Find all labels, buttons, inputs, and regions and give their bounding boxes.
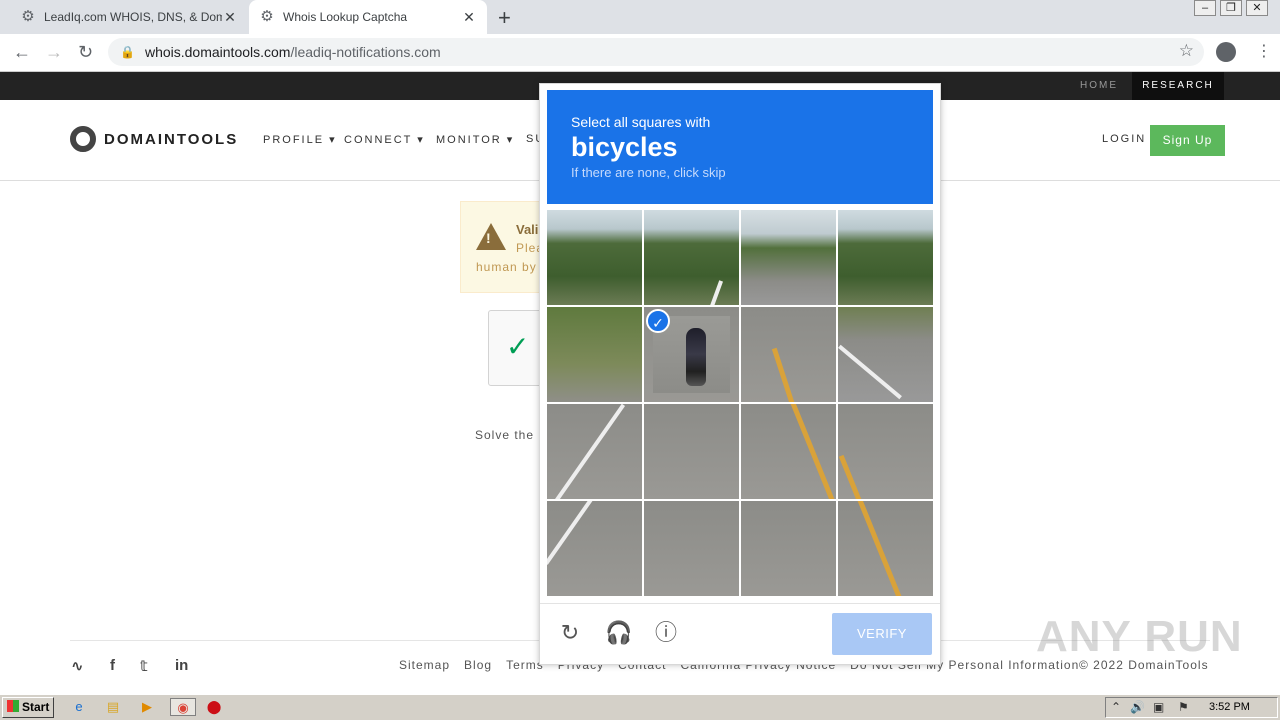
captcha-tile-selected[interactable]: ✓ [644,307,739,402]
prompt-instruction: Select all squares with [571,114,711,130]
back-icon[interactable]: ← [13,42,31,63]
start-button[interactable]: Start [2,697,54,718]
action-center-flag-icon[interactable]: ⚑ [1178,700,1189,714]
checkmark-icon: ✓ [506,331,530,362]
warning-icon [476,223,506,250]
reload-icon[interactable]: ↻ [78,42,93,63]
taskbar-clock[interactable]: 3:52 PM [1209,701,1250,713]
captcha-tile[interactable] [644,210,739,305]
tab-whois-lookup-captcha[interactable]: ⚙ Whois Lookup Captcha ✕ [249,0,487,34]
media-player-icon[interactable]: ▶ [138,698,156,716]
refresh-icon[interactable]: ↻ [557,620,583,646]
captcha-tile[interactable] [838,210,933,305]
footer-link-sitemap[interactable]: Sitemap [399,658,450,672]
network-icon[interactable]: ▣ [1153,700,1164,714]
forward-icon[interactable]: → [45,42,63,63]
alert-title: Vali [516,222,539,237]
close-icon[interactable]: ✕ [461,9,477,26]
captcha-tile[interactable] [741,404,836,499]
motorcycle-rider [686,328,706,386]
restore-button[interactable]: ❐ [1220,0,1242,16]
url-path: /leadiq-notifications.com [290,44,441,60]
audio-headphones-icon[interactable]: 🎧 [605,620,632,646]
captcha-tile[interactable] [547,210,642,305]
topbar-research-link[interactable]: RESEARCH [1132,72,1224,100]
challenge-footer-divider [540,603,940,604]
captcha-tile[interactable] [547,501,642,596]
topbar-home-link[interactable]: HOME [1080,72,1118,100]
captcha-tile[interactable] [838,404,933,499]
nav-monitor[interactable]: MONITOR ▾ [436,133,514,146]
menu-kebab-icon[interactable]: ⋮ [1256,41,1272,61]
captcha-tile[interactable] [547,404,642,499]
url-host: whois.domaintools.com [144,44,291,60]
chrome-taskbar-icon[interactable]: ◉ [170,698,196,716]
captcha-tile[interactable] [838,307,933,402]
captcha-tile[interactable] [741,501,836,596]
volume-icon[interactable]: 🔊 [1130,700,1145,714]
captcha-tile[interactable] [838,501,933,596]
window-controls: – ❐ ✕ [1194,0,1268,16]
captcha-tile[interactable] [547,307,642,402]
profile-avatar-icon[interactable] [1216,42,1236,62]
captcha-tile[interactable] [741,210,836,305]
footer-link-blog[interactable]: Blog [464,658,492,672]
lock-icon: 🔒 [120,45,135,59]
verify-button[interactable]: VERIFY [832,613,932,655]
windows-flag-icon [7,700,19,712]
captcha-image-grid: ✓ [547,210,933,596]
captcha-tile[interactable] [741,307,836,402]
logo-text: DOMAINTOOLS [104,130,239,148]
warning-exclamation: ! [486,230,491,246]
minimize-button[interactable]: – [1194,0,1216,16]
tab-title: Whois Lookup Captcha [283,10,408,24]
linkedin-icon[interactable]: in [175,657,188,674]
selected-check-icon: ✓ [646,309,670,333]
nav-profile[interactable]: PROFILE ▾ [263,133,337,146]
tray-expand-icon[interactable]: ⌃ [1111,700,1121,714]
close-icon[interactable]: ✕ [222,9,238,26]
prompt-skip-hint: If there are none, click skip [571,165,726,180]
gear-icon: ⚙ [260,8,274,25]
file-explorer-icon[interactable]: ▤ [104,698,122,716]
captcha-prompt: Select all squares with bicycles If ther… [547,90,933,204]
info-icon[interactable]: ⓘ [653,620,679,646]
domaintools-logo[interactable]: DOMAINTOOLS [70,126,238,152]
opera-icon[interactable]: ⬤ [205,698,223,716]
solve-instruction: Solve the [475,428,535,442]
captcha-tile[interactable] [644,501,739,596]
address-bar[interactable]: 🔒 whois.domaintools.com /leadiq-notifica… [108,38,1204,66]
alert-text-line: human by [476,260,537,274]
captcha-tile[interactable] [644,404,739,499]
logo-gear-icon [70,126,96,152]
prompt-keyword: bicycles [571,132,678,162]
nav-connect[interactable]: CONNECT ▾ [344,133,425,146]
twitter-icon[interactable]: 𝕥 [140,657,148,675]
tab-leadiq-whois[interactable]: ⚙ LeadIq.com WHOIS, DNS, & Domain ✕ [10,0,248,34]
rss-icon[interactable]: ∿ [71,657,84,675]
gear-icon: ⚙ [21,8,35,25]
new-tab-button[interactable]: + [498,5,511,31]
login-link[interactable]: LOGIN [1102,133,1146,145]
facebook-icon[interactable]: f [110,657,115,674]
internet-explorer-icon[interactable]: e [70,698,88,716]
sign-up-button[interactable]: Sign Up [1150,125,1225,156]
bookmark-star-icon[interactable]: ☆ [1179,41,1194,61]
tab-title: LeadIq.com WHOIS, DNS, & Domain [44,10,222,24]
anyrun-watermark: ANY RUN [1036,612,1243,661]
close-window-button[interactable]: ✕ [1246,0,1268,16]
